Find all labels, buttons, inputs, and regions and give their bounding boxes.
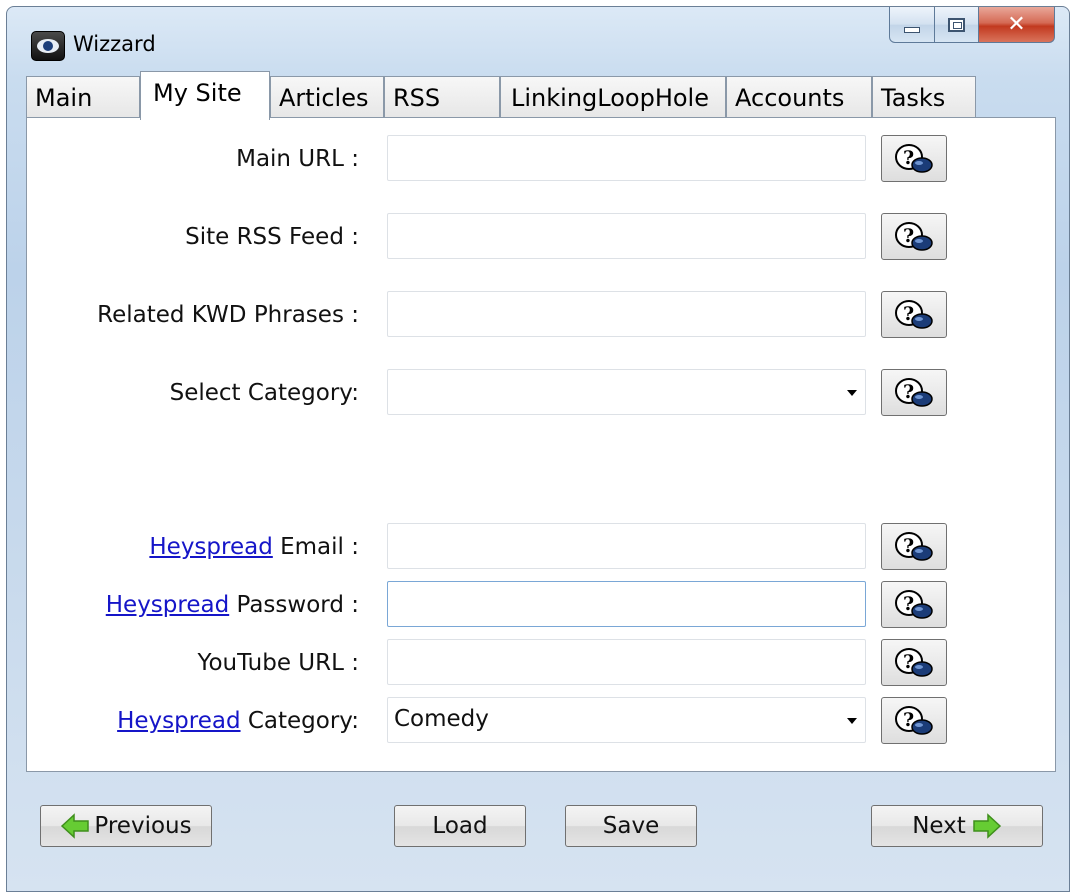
- help-question-icon: ?: [895, 589, 933, 619]
- help-question-icon: ?: [895, 705, 933, 735]
- close-icon: ✕: [1007, 12, 1026, 37]
- my-site-panel: Main URL : ? Site RSS Feed : ? Related K…: [26, 117, 1056, 772]
- youtube-url-help-button[interactable]: ?: [881, 639, 947, 686]
- heyspread-email-input[interactable]: [387, 523, 866, 569]
- help-question-icon: ?: [895, 143, 933, 173]
- main-url-input[interactable]: [387, 135, 866, 181]
- heyspread-email-label-text: Email :: [280, 534, 359, 560]
- tab-tasks[interactable]: Tasks: [872, 76, 976, 119]
- tab-label: Tasks: [881, 84, 946, 112]
- minimize-button[interactable]: [889, 7, 935, 43]
- load-label: Load: [432, 813, 488, 839]
- window-title: Wizzard: [73, 32, 156, 56]
- tab-rss[interactable]: RSS: [384, 76, 500, 119]
- tab-accounts[interactable]: Accounts: [726, 76, 872, 119]
- tab-main[interactable]: Main: [26, 76, 140, 119]
- heyspread-password-label: Heyspread Password :: [106, 592, 359, 618]
- heyspread-email-help-button[interactable]: ?: [881, 523, 947, 570]
- select-category-help-button[interactable]: ?: [881, 369, 947, 416]
- tab-label: My Site: [153, 79, 242, 107]
- related-kwd-phrases-label: Related KWD Phrases :: [97, 302, 359, 328]
- previous-label: Previous: [94, 813, 192, 839]
- main-url-label: Main URL :: [236, 146, 359, 172]
- related-kwd-phrases-help-button[interactable]: ?: [881, 291, 947, 338]
- heyspread-email-label: Heyspread Email :: [149, 534, 359, 560]
- help-question-icon: ?: [895, 647, 933, 677]
- tab-strip: Main My Site Articles RSS LinkingLoopHol…: [26, 71, 1056, 120]
- related-kwd-phrases-input[interactable]: [387, 291, 866, 337]
- eye-app-icon: [31, 31, 65, 61]
- load-button[interactable]: Load: [394, 805, 526, 847]
- tab-label: RSS: [393, 84, 441, 112]
- select-category-label: Select Category:: [169, 380, 359, 406]
- save-button[interactable]: Save: [565, 805, 697, 847]
- tab-my-site[interactable]: My Site: [140, 71, 270, 120]
- save-label: Save: [602, 813, 660, 839]
- help-question-icon: ?: [895, 221, 933, 251]
- tab-label: LinkingLoopHole: [511, 84, 709, 112]
- title-bar[interactable]: Wizzard ✕: [7, 7, 1069, 71]
- youtube-url-label: YouTube URL :: [197, 650, 359, 676]
- chevron-down-icon: [847, 718, 857, 724]
- site-rss-feed-help-button[interactable]: ?: [881, 213, 947, 260]
- heyspread-category-label: Heyspread Category:: [117, 708, 359, 734]
- site-rss-feed-label: Site RSS Feed :: [185, 224, 359, 250]
- heyspread-email-link[interactable]: Heyspread: [149, 534, 272, 560]
- heyspread-password-help-button[interactable]: ?: [881, 581, 947, 628]
- help-question-icon: ?: [895, 377, 933, 407]
- tab-articles[interactable]: Articles: [270, 76, 384, 119]
- tab-linkingloophole[interactable]: LinkingLoopHole: [500, 76, 726, 119]
- help-question-icon: ?: [895, 531, 933, 561]
- youtube-url-input[interactable]: [387, 639, 866, 685]
- heyspread-category-dropdown[interactable]: Comedy: [387, 697, 866, 743]
- heyspread-password-input[interactable]: [387, 581, 866, 627]
- heyspread-category-help-button[interactable]: ?: [881, 697, 947, 744]
- caption-buttons: ✕: [889, 7, 1055, 43]
- site-rss-feed-input[interactable]: [387, 213, 866, 259]
- next-label: Next: [912, 813, 966, 839]
- select-category-dropdown[interactable]: [387, 369, 866, 415]
- heyspread-password-label-text: Password :: [236, 592, 360, 618]
- previous-button[interactable]: Previous: [40, 805, 212, 847]
- arrow-left-icon: [61, 813, 90, 839]
- tab-label: Main: [35, 84, 93, 112]
- close-button[interactable]: ✕: [979, 7, 1055, 43]
- main-url-help-button[interactable]: ?: [881, 135, 947, 182]
- chevron-down-icon: [847, 390, 857, 396]
- tab-label: Articles: [279, 84, 369, 112]
- arrow-right-icon: [973, 813, 1001, 839]
- heyspread-category-value: Comedy: [394, 706, 489, 732]
- maximize-icon: [948, 17, 965, 32]
- heyspread-password-link[interactable]: Heyspread: [106, 592, 229, 618]
- next-button[interactable]: Next: [871, 805, 1043, 847]
- help-question-icon: ?: [895, 299, 933, 329]
- heyspread-category-link[interactable]: Heyspread: [117, 708, 240, 734]
- heyspread-category-label-text: Category:: [247, 708, 359, 734]
- maximize-button[interactable]: [935, 7, 979, 43]
- tab-label: Accounts: [735, 84, 845, 112]
- minimize-icon: [904, 26, 920, 33]
